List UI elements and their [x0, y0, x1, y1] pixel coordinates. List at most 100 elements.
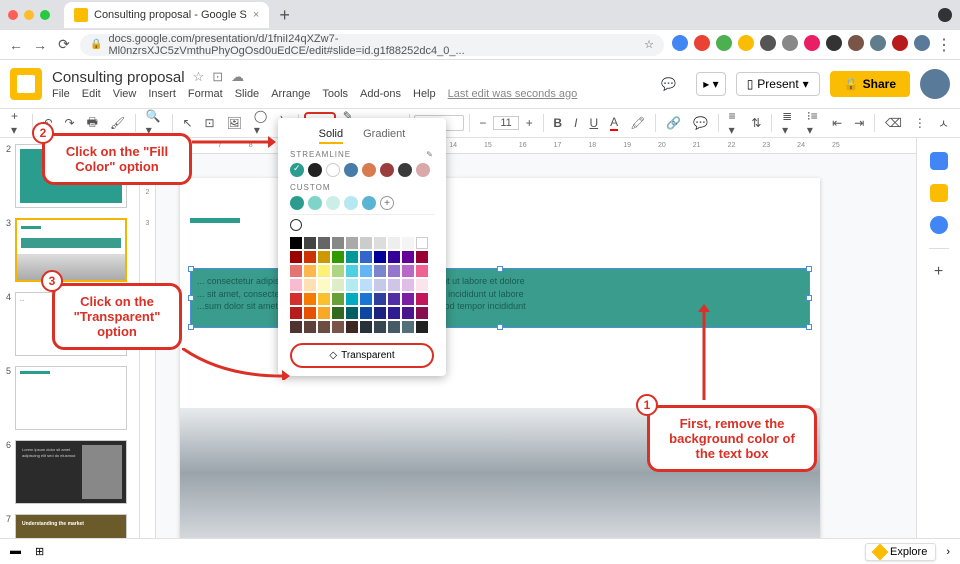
color-swatch[interactable]	[374, 251, 386, 263]
font-size-input[interactable]: 11	[493, 116, 518, 130]
color-swatch[interactable]	[402, 293, 414, 305]
color-swatch[interactable]	[290, 196, 304, 210]
color-swatch[interactable]	[388, 279, 400, 291]
menu-slide[interactable]: Slide	[235, 88, 259, 100]
color-swatch[interactable]	[304, 265, 316, 277]
color-swatch[interactable]	[304, 279, 316, 291]
color-swatch[interactable]	[346, 251, 358, 263]
paint-format-button[interactable]: 🖌	[105, 113, 130, 133]
color-swatch[interactable]	[290, 321, 302, 333]
underline-button[interactable]: U	[584, 113, 603, 133]
color-swatch[interactable]	[332, 237, 344, 249]
color-swatch[interactable]	[388, 237, 400, 249]
color-swatch[interactable]	[304, 237, 316, 249]
menu-addons[interactable]: Add-ons	[360, 88, 401, 100]
redo-button[interactable]: ↷	[60, 113, 80, 133]
account-avatar[interactable]	[920, 69, 950, 99]
close-tab-icon[interactable]: ×	[253, 9, 259, 21]
color-swatch[interactable]	[290, 265, 302, 277]
color-swatch[interactable]	[374, 293, 386, 305]
color-swatch[interactable]	[332, 265, 344, 277]
color-swatch[interactable]	[374, 307, 386, 319]
color-swatch[interactable]	[318, 237, 330, 249]
italic-button[interactable]: I	[569, 113, 582, 133]
color-swatch[interactable]	[398, 163, 412, 177]
thumbnail-3[interactable]	[15, 218, 127, 282]
color-swatch[interactable]	[326, 196, 340, 210]
color-swatch[interactable]	[416, 307, 428, 319]
color-swatch[interactable]	[360, 279, 372, 291]
color-swatch[interactable]	[344, 196, 358, 210]
line-spacing-button[interactable]: ⇅	[746, 113, 766, 133]
insert-comment-button[interactable]: 💬	[688, 113, 713, 133]
select-tool[interactable]: ↖	[177, 113, 197, 133]
new-slide-button[interactable]: + ▾	[6, 106, 27, 140]
back-button[interactable]: ←	[8, 37, 24, 53]
ext-icon[interactable]	[804, 35, 820, 51]
color-swatch[interactable]	[332, 321, 344, 333]
color-swatch[interactable]	[290, 279, 302, 291]
color-swatch[interactable]	[346, 265, 358, 277]
transparent-button[interactable]: ◇ Transparent	[290, 343, 434, 368]
color-swatch[interactable]	[402, 251, 414, 263]
textbox-tool[interactable]: ⊡	[200, 113, 220, 133]
menu-format[interactable]: Format	[188, 88, 223, 100]
color-swatch[interactable]	[326, 163, 340, 177]
star-icon[interactable]: ☆	[193, 69, 205, 85]
color-swatch[interactable]	[416, 265, 428, 277]
color-swatch[interactable]	[290, 251, 302, 263]
slideshow-button[interactable]: ▸ ▾	[696, 72, 725, 96]
menu-insert[interactable]: Insert	[148, 88, 176, 100]
color-swatch[interactable]	[332, 279, 344, 291]
color-swatch[interactable]	[318, 321, 330, 333]
present-button[interactable]: ▯ Present ▾	[736, 72, 820, 96]
color-swatch[interactable]	[346, 237, 358, 249]
filmstrip-view-icon[interactable]: ▬	[10, 545, 21, 558]
minimize-window[interactable]	[24, 10, 34, 20]
decrease-font-button[interactable]: −	[474, 113, 491, 133]
maximize-window[interactable]	[40, 10, 50, 20]
menu-tools[interactable]: Tools	[322, 88, 348, 100]
color-swatch[interactable]	[388, 251, 400, 263]
gradient-tab[interactable]: Gradient	[363, 126, 405, 144]
color-swatch[interactable]	[308, 163, 322, 177]
tasks-icon[interactable]	[930, 216, 948, 234]
color-swatch[interactable]	[346, 321, 358, 333]
explore-button[interactable]: Explore	[865, 543, 936, 561]
ext-icon[interactable]	[672, 35, 688, 51]
color-swatch[interactable]	[416, 251, 428, 263]
slides-logo[interactable]	[10, 68, 42, 100]
thumbnail-6[interactable]: Lorem ipsum dolor sit ametadipiscing eli…	[15, 440, 127, 504]
browser-tab[interactable]: Consulting proposal - Google S ×	[64, 2, 269, 28]
numbered-list-button[interactable]: ≣ ▾	[777, 106, 800, 140]
no-fill-swatch[interactable]	[290, 219, 302, 231]
color-swatch[interactable]	[332, 307, 344, 319]
color-swatch[interactable]	[416, 321, 428, 333]
color-swatch[interactable]	[416, 237, 428, 249]
color-swatch[interactable]	[346, 279, 358, 291]
document-title[interactable]: Consulting proposal	[52, 69, 185, 86]
color-swatch[interactable]	[318, 265, 330, 277]
color-swatch[interactable]	[402, 237, 414, 249]
color-swatch[interactable]	[374, 237, 386, 249]
color-swatch[interactable]	[360, 251, 372, 263]
color-swatch[interactable]	[360, 293, 372, 305]
comments-button[interactable]: 💬	[651, 73, 686, 95]
browser-menu-icon[interactable]: ⋮	[936, 35, 952, 55]
highlight-button[interactable]: 🖍	[625, 113, 650, 133]
calendar-icon[interactable]	[930, 152, 948, 170]
color-swatch[interactable]	[360, 307, 372, 319]
add-custom-color-button[interactable]: +	[380, 196, 394, 210]
new-tab-button[interactable]: +	[279, 5, 290, 26]
decrease-indent-button[interactable]: ⇤	[827, 113, 847, 133]
show-side-panel-icon[interactable]: ›	[946, 546, 950, 558]
bold-button[interactable]: B	[548, 113, 567, 133]
color-swatch[interactable]	[388, 293, 400, 305]
add-addon-icon[interactable]: +	[934, 263, 943, 281]
solid-tab[interactable]: Solid	[319, 126, 343, 144]
color-swatch[interactable]	[304, 251, 316, 263]
thumbnail-5[interactable]	[15, 366, 127, 430]
color-swatch[interactable]	[416, 163, 430, 177]
color-swatch[interactable]	[362, 196, 376, 210]
color-swatch[interactable]	[332, 293, 344, 305]
